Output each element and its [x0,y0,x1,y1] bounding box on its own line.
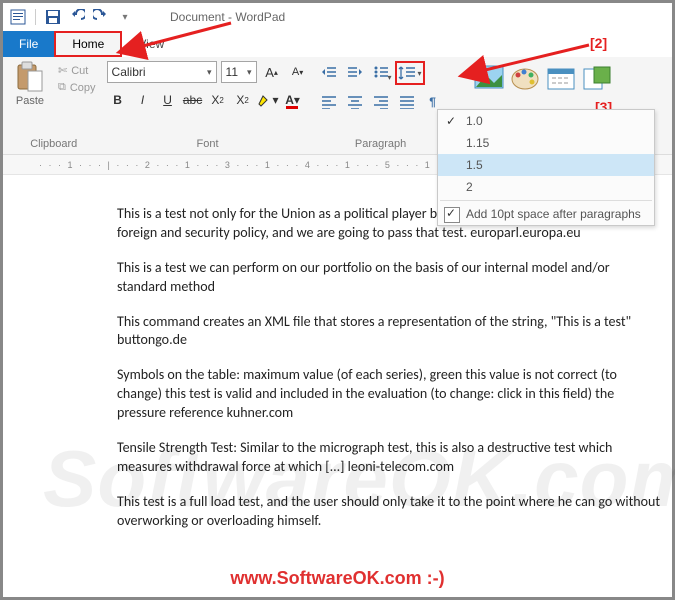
font-size-combobox[interactable]: 11▾ [221,61,257,83]
line-spacing-option[interactable]: 2 [438,176,654,198]
copy-icon: ⧉ [58,81,66,94]
doc-paragraph: Tensile Strength Test: Similar to the mi… [117,439,662,477]
title-bar: ▾ Document - WordPad [3,3,672,31]
doc-paragraph: Symbols on the table: maximum value (of … [117,366,662,423]
dropdown-separator [440,200,652,201]
window-title: Document - WordPad [170,10,285,24]
bullets-button[interactable]: ▾ [369,61,393,83]
tab-home[interactable]: Home [54,31,122,57]
group-paragraph: ▾ ▾ ¶ Paragraph [317,61,445,154]
font-color-button[interactable]: A▾ [282,89,304,111]
strikethrough-button[interactable]: abc [182,89,204,111]
group-clipboard: Paste ✄Cut ⧉Copy Clipboard [9,61,99,154]
group-paragraph-label: Paragraph [355,136,406,154]
align-left-button[interactable] [317,91,341,113]
subscript-button[interactable]: X2 [207,89,229,111]
paste-label: Paste [16,95,44,107]
line-spacing-option[interactable]: 1.15 [438,132,654,154]
group-clipboard-label: Clipboard [30,136,77,154]
italic-button[interactable]: I [132,89,154,111]
save-icon[interactable] [44,8,62,26]
qat-dropdown-icon[interactable]: ▾ [116,8,134,26]
ribbon-tabs: File Home View [3,31,672,57]
paste-icon [16,61,44,95]
increase-indent-button[interactable] [343,61,367,83]
doc-paragraph: This command creates an XML file that st… [117,313,662,351]
cut-icon: ✄ [58,64,67,77]
group-font: Calibri▾ 11▾ A▴ A▾ B I U abc X2 X2 ▾ A▾ … [107,61,309,154]
insert-picture-button[interactable] [473,63,505,95]
group-font-label: Font [197,136,219,154]
app-icon [9,8,27,26]
chevron-down-icon: ▾ [247,67,252,78]
insert-object-button[interactable] [581,63,613,95]
chevron-down-icon: ▾ [207,67,212,78]
align-center-button[interactable] [343,91,367,113]
line-spacing-button[interactable]: ▾ [395,61,425,85]
copy-button[interactable]: ⧉Copy [55,80,99,95]
underline-button[interactable]: U [157,89,179,111]
bold-button[interactable]: B [107,89,129,111]
font-name-combobox[interactable]: Calibri▾ [107,61,217,83]
doc-paragraph: This test is a full load test, and the u… [117,493,662,531]
cut-button[interactable]: ✄Cut [55,63,99,78]
shrink-font-button[interactable]: A▾ [287,61,309,83]
insert-datetime-button[interactable] [545,63,577,95]
add-space-after-paragraphs[interactable]: Add 10pt space after paragraphs [438,203,654,225]
align-right-button[interactable] [369,91,393,113]
grow-font-button[interactable]: A▴ [261,61,283,83]
line-spacing-option[interactable]: 1.5 [438,154,654,176]
text-highlight-button[interactable]: ▾ [257,89,279,111]
superscript-button[interactable]: X2 [232,89,254,111]
undo-icon[interactable] [68,8,86,26]
insert-paint-drawing-button[interactable] [509,63,541,95]
justify-button[interactable] [395,91,419,113]
redo-icon[interactable] [92,8,110,26]
line-spacing-option[interactable]: 1.0 [438,110,654,132]
document-body[interactable]: This is a test not only for the Union as… [3,181,672,553]
tab-view[interactable]: View [122,31,180,57]
paste-button[interactable]: Paste [9,61,51,107]
line-spacing-dropdown: 1.0 1.15 1.5 2 Add 10pt space after para… [437,109,655,226]
tab-file[interactable]: File [3,31,54,57]
doc-paragraph: This is a test we can perform on our por… [117,259,662,297]
decrease-indent-button[interactable] [317,61,341,83]
footer-text: www.SoftwareOK.com :-) [3,568,672,589]
